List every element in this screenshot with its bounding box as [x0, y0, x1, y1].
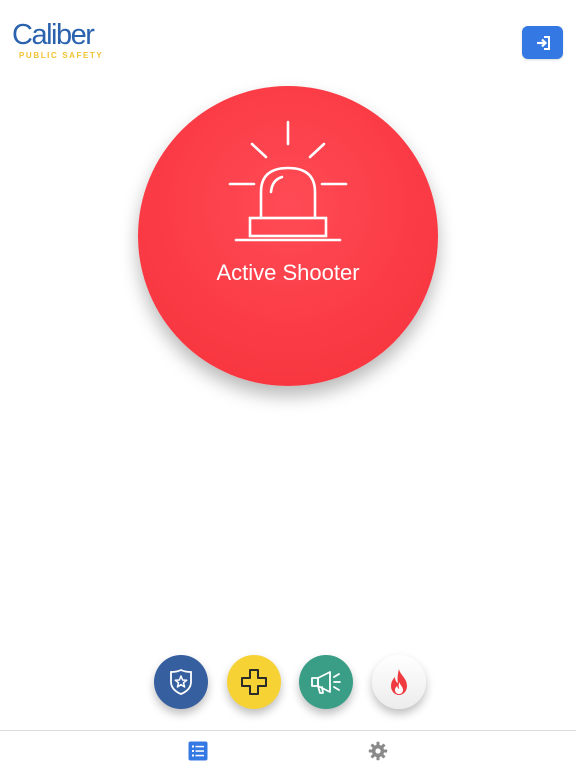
active-shooter-button[interactable]: Active Shooter	[138, 86, 438, 386]
logout-button[interactable]	[522, 26, 563, 59]
sign-out-icon	[536, 35, 550, 50]
home-screen: Caliber PUBLIC SAFETY Active Shooter	[0, 0, 576, 768]
police-button[interactable]	[154, 655, 208, 709]
alert-label: Active Shooter	[216, 260, 360, 285]
megaphone-icon	[311, 671, 341, 694]
logo-tagline: PUBLIC SAFETY	[19, 51, 104, 60]
fire-icon	[391, 669, 407, 695]
caliber-logo: Caliber PUBLIC SAFETY	[12, 18, 112, 62]
tab-settings[interactable]	[367, 740, 389, 762]
medical-button[interactable]	[227, 655, 281, 709]
fire-button[interactable]	[372, 655, 426, 709]
siren-icon	[228, 120, 348, 242]
logo-wordmark: Caliber	[12, 19, 95, 51]
list-icon	[188, 741, 208, 761]
gear-icon	[368, 741, 388, 761]
medical-cross-icon	[241, 669, 267, 695]
tab-bar	[0, 730, 576, 768]
police-badge-icon	[170, 668, 192, 695]
announcement-button[interactable]	[299, 655, 353, 709]
tab-alerts[interactable]	[187, 740, 209, 762]
